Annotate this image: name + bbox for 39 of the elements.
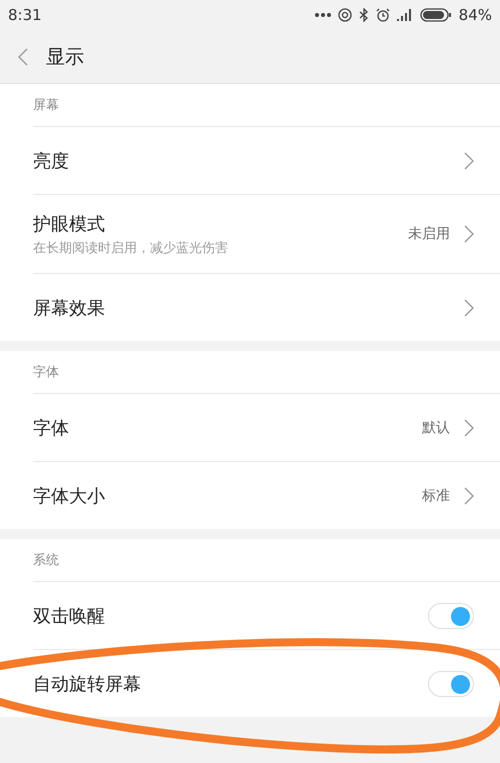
settings-row[interactable]: 亮度 [33, 126, 500, 194]
back-icon [18, 48, 28, 66]
chevron-right-icon [464, 225, 474, 243]
chevron-right-icon [464, 298, 474, 316]
battery-percent: 84% [458, 6, 492, 24]
row-label: 护眼模式 [33, 212, 106, 236]
alarm-icon [376, 8, 390, 22]
row-subtitle: 在长期阅读时启用，减少蓝光伤害 [33, 240, 229, 256]
section-title: 屏幕 [32, 97, 60, 115]
row-value: 默认 [422, 418, 450, 436]
row-label: 亮度 [33, 150, 70, 172]
row-value: 未启用 [408, 225, 450, 243]
toggle-switch[interactable] [428, 602, 474, 628]
row-label: 屏幕效果 [33, 296, 106, 320]
hotspot-icon [338, 8, 352, 22]
settings-row[interactable]: 字体 默认 [33, 393, 500, 461]
status-time: 8:31 [8, 6, 42, 24]
row-label: 字体大小 [33, 484, 106, 508]
settings-row[interactable]: 双击唤醒 [33, 581, 500, 649]
row-value: 标准 [422, 486, 450, 504]
settings-row[interactable]: 字体大小 标准 [33, 461, 500, 529]
toggle-switch[interactable] [428, 670, 474, 696]
row-label: 字体 [33, 416, 70, 440]
battery-icon [420, 8, 452, 22]
section-title: 系统 [32, 552, 60, 570]
chevron-right-icon [464, 152, 474, 170]
row-label: 自动旋转屏幕 [33, 672, 142, 696]
chevron-right-icon [464, 486, 474, 504]
signal-icon [396, 9, 413, 21]
row-label: 双击唤醒 [33, 604, 106, 628]
section-title: 字体 [32, 364, 60, 382]
back-button[interactable] [18, 48, 28, 66]
chevron-right-icon [464, 418, 474, 436]
settings-row[interactable]: 屏幕效果 [33, 273, 500, 341]
settings-row[interactable]: 护眼模式 在长期阅读时启用，减少蓝光伤害 未启用 [33, 194, 500, 273]
bluetooth-icon [358, 8, 369, 22]
settings-row[interactable]: 自动旋转屏幕 [33, 649, 500, 717]
page-title: 显示 [46, 44, 84, 70]
dots-icon [314, 13, 331, 17]
